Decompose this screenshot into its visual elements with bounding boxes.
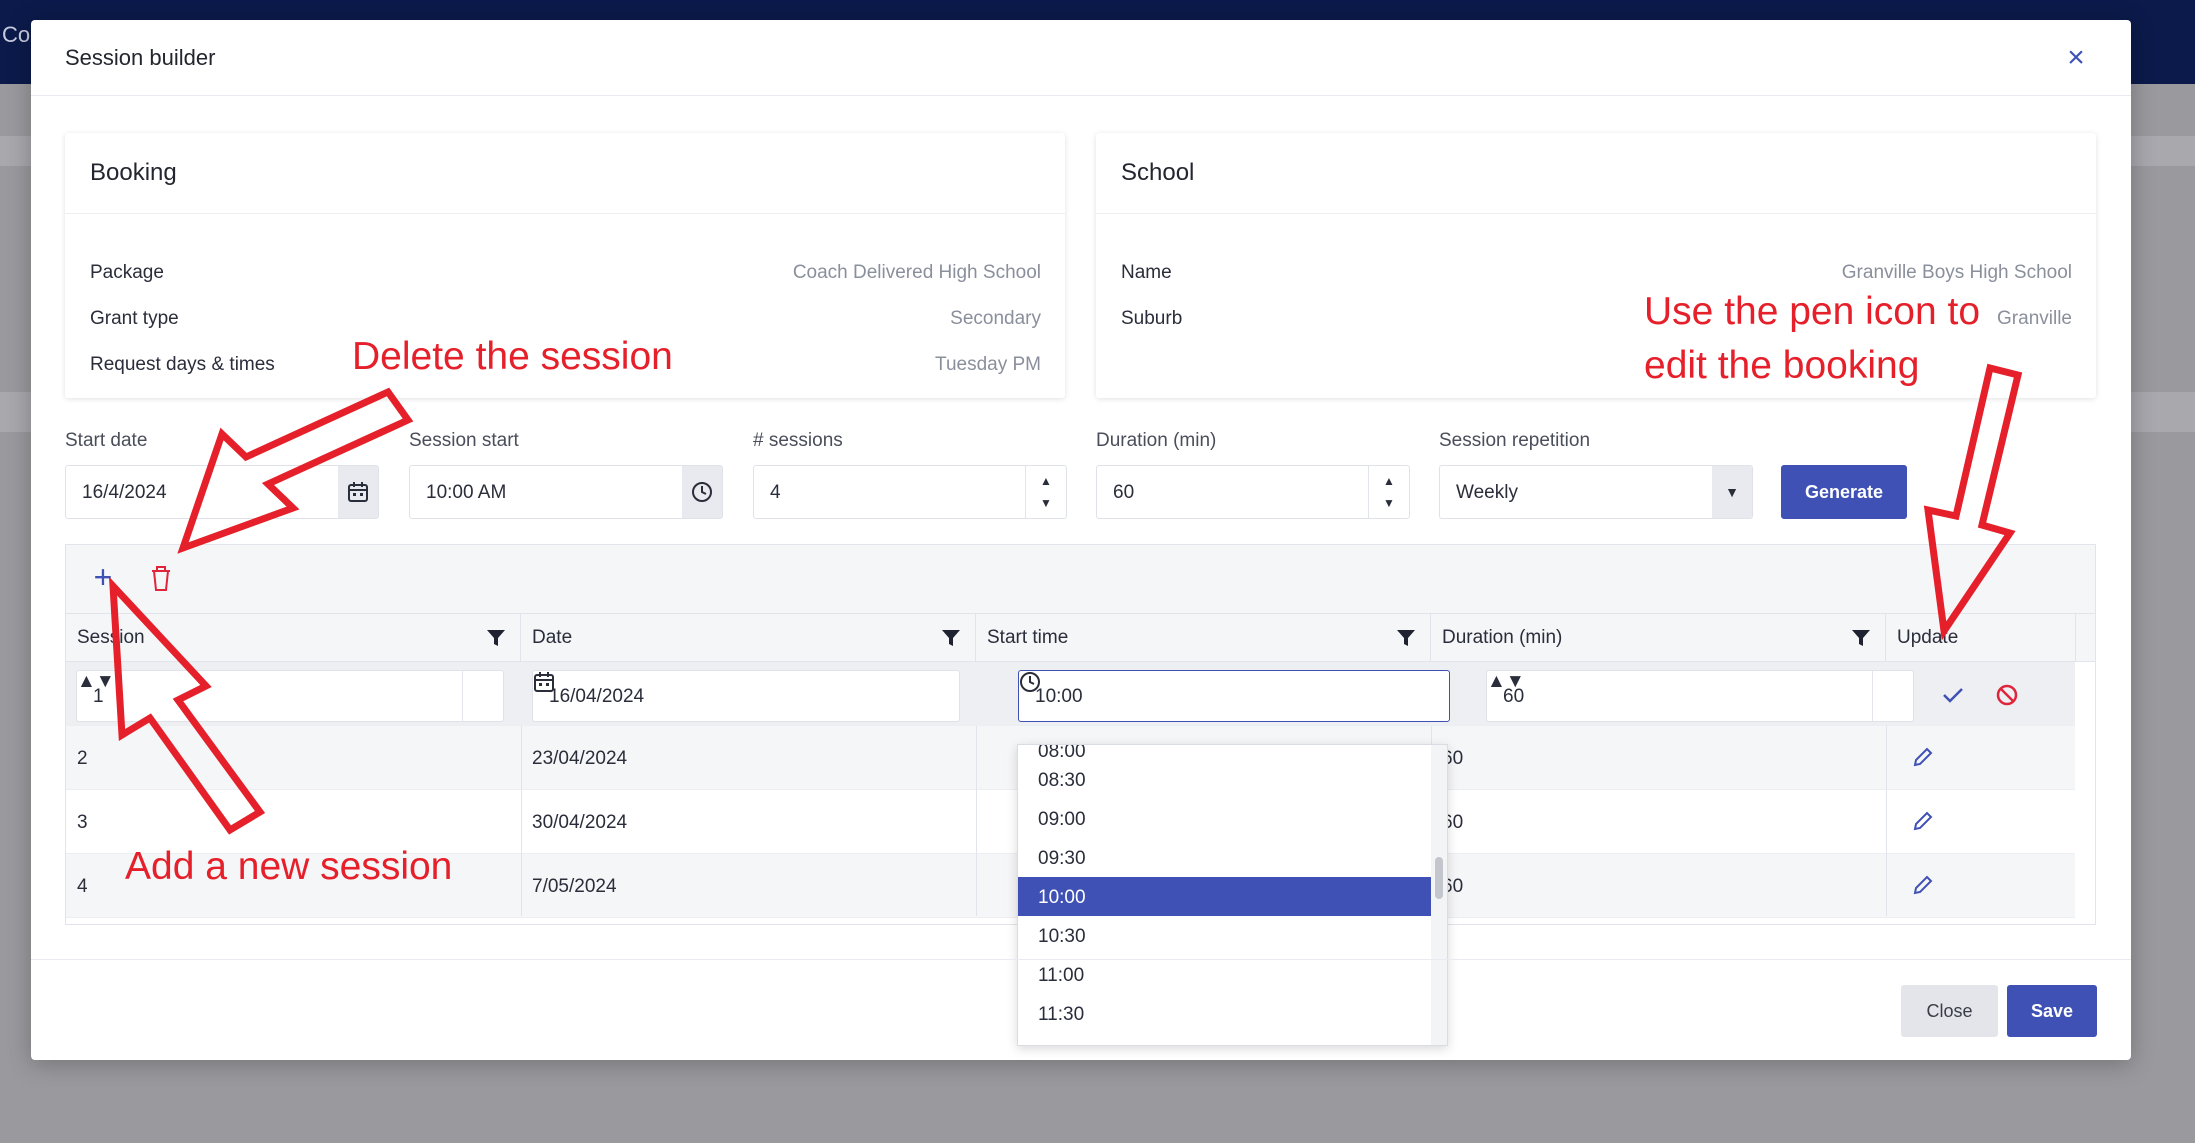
arrow-to-add-icon [108, 576, 266, 835]
annotation-arrows [108, 363, 2023, 835]
arrow-to-trash-icon [177, 387, 414, 554]
arrow-to-pen-icon [1923, 363, 2023, 641]
